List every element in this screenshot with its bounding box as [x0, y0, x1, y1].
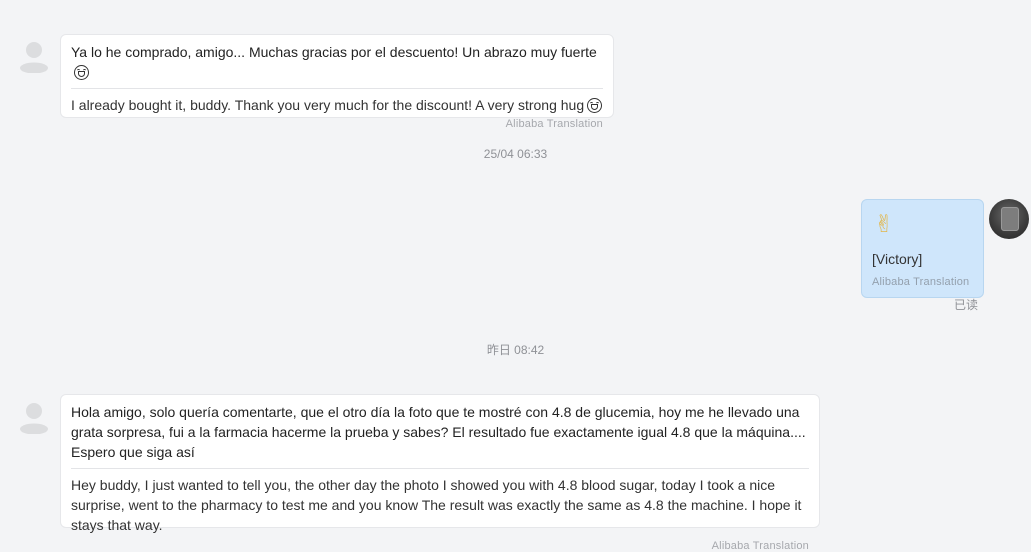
message-bubble-incoming[interactable]: Ya lo he comprado, amigo... Muchas graci…: [60, 34, 614, 130]
message-text: [Victory]: [872, 251, 923, 267]
translation-divider: [71, 88, 603, 89]
message-bubble-outgoing[interactable]: ✌ [Victory] Alibaba Translation: [861, 199, 984, 298]
victory-emoji-icon: ✌: [874, 210, 895, 238]
read-status: 已读: [954, 298, 979, 312]
translation-source-label: Alibaba Translation: [872, 276, 970, 288]
message-translation-text: Hey buddy, I just wanted to tell you, th…: [71, 477, 802, 533]
message-original-text: Hola amigo, solo quería comentarte, que …: [71, 404, 806, 460]
message-original-text: Ya lo he comprado, amigo... Muchas graci…: [61, 42, 613, 82]
user-photo-avatar[interactable]: [989, 199, 1029, 239]
timestamp: 25/04 06:33: [483, 147, 548, 161]
translation-source-label: Alibaba Translation: [711, 540, 809, 552]
contact-avatar-icon[interactable]: [19, 402, 49, 434]
hug-face-emoji-icon: [587, 98, 603, 113]
message-translation-text: I already bought it, buddy. Thank you ve…: [61, 95, 613, 115]
contact-avatar-icon[interactable]: [19, 41, 49, 73]
hug-face-emoji-icon: [74, 65, 89, 80]
translation-source-label: Alibaba Translation: [505, 118, 603, 130]
message-bubble-incoming[interactable]: Hola amigo, solo quería comentarte, que …: [60, 394, 820, 552]
timestamp: 昨日 08:42: [486, 343, 545, 357]
translation-divider: [71, 468, 809, 469]
